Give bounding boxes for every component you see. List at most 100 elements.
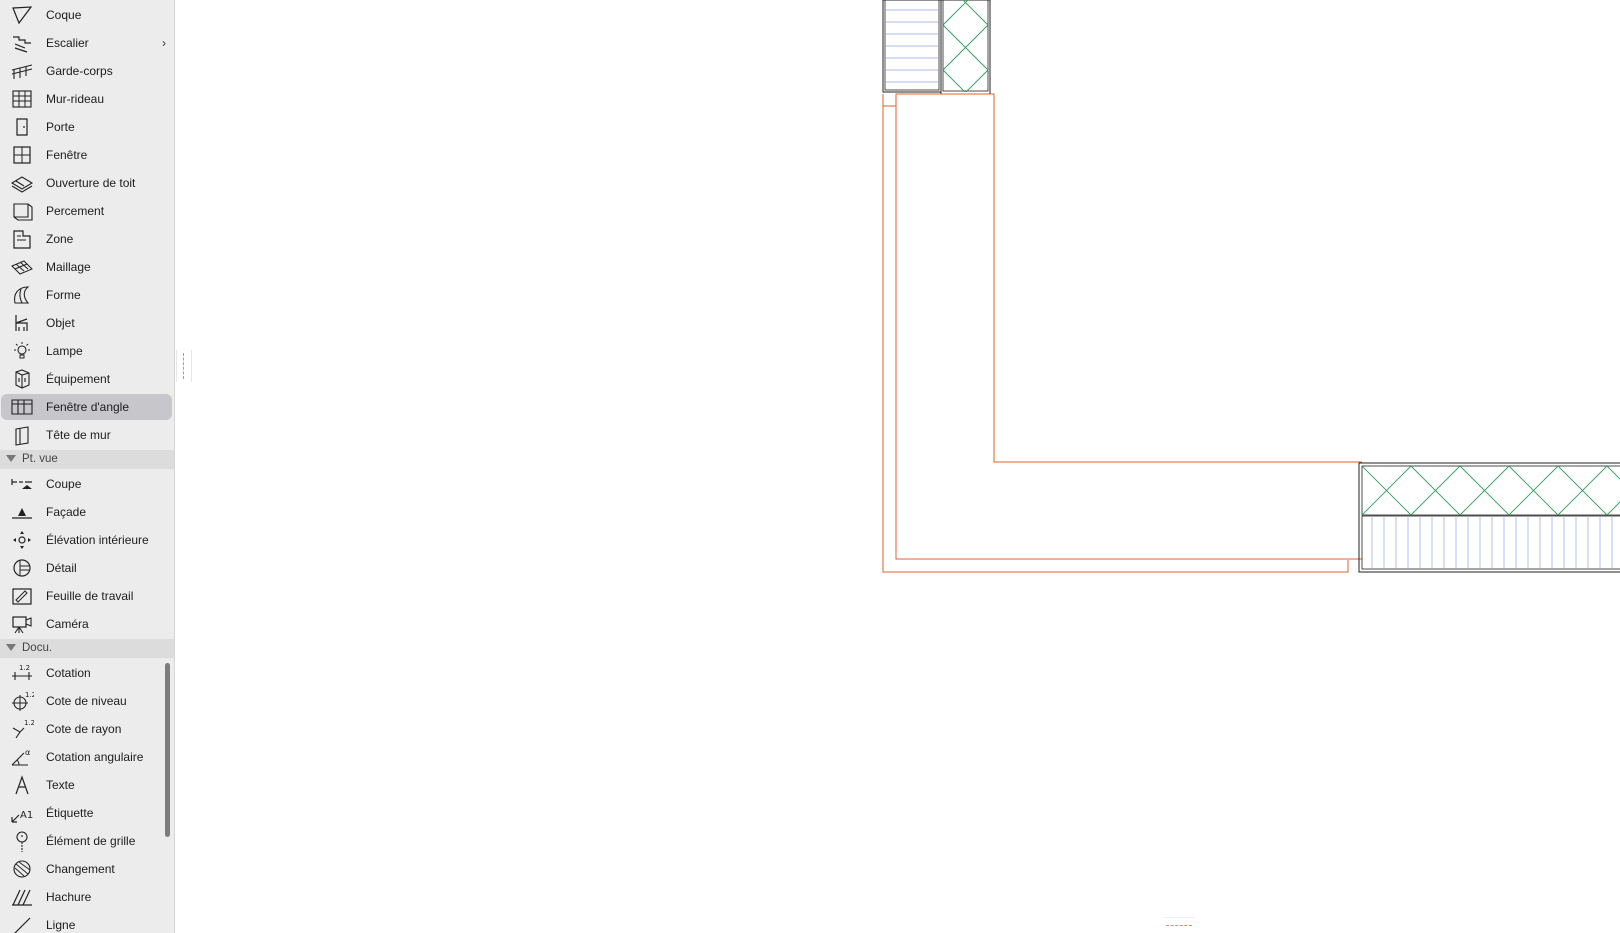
tool-dimension[interactable]: 1.2 Cotation [0, 659, 174, 687]
disclosure-triangle-icon[interactable] [6, 644, 16, 651]
toolbox-palette: Coque Escalier › Garde-corps Mur-rideau Porte… [0, 0, 175, 933]
tool-label: Cote de niveau [46, 694, 127, 708]
tool-skylight[interactable]: Ouverture de toit [0, 169, 174, 197]
wall-end-icon [10, 424, 34, 446]
detail-icon [10, 557, 34, 579]
label-icon: A1 [10, 802, 34, 824]
tool-label[interactable]: A1 Étiquette [0, 799, 174, 827]
tool-label: Garde-corps [46, 64, 113, 78]
railing-icon [10, 60, 34, 82]
section-header-document[interactable]: Docu. [0, 639, 174, 658]
tool-line[interactable]: Ligne [0, 911, 174, 933]
tool-railing[interactable]: Garde-corps [0, 57, 174, 85]
section-label: Docu. [22, 642, 53, 654]
tool-door[interactable]: Porte [0, 113, 174, 141]
svg-text:1.2: 1.2 [19, 664, 30, 672]
tool-grid-element[interactable]: Élément de grille [0, 827, 174, 855]
tool-stair[interactable]: Escalier › [0, 29, 174, 57]
bottom-splitter-handle[interactable] [1163, 917, 1195, 932]
mesh-icon [10, 256, 34, 278]
tool-label: Maillage [46, 260, 91, 274]
tool-opening[interactable]: Percement [0, 197, 174, 225]
tool-label: Lampe [46, 344, 83, 358]
tool-mesh[interactable]: Maillage [0, 253, 174, 281]
tool-label: Ouverture de toit [46, 176, 136, 190]
tool-label: Coupe [46, 477, 82, 491]
tool-label: Cotation [46, 666, 91, 680]
wall-vertical-section[interactable] [882, 0, 991, 115]
chevron-right-icon: › [162, 36, 166, 50]
tool-lamp[interactable]: Lampe [0, 337, 174, 365]
corner-window-outline[interactable] [882, 93, 1362, 573]
tool-label: Changement [46, 862, 115, 876]
tool-change[interactable]: Changement [0, 855, 174, 883]
interior-elevation-icon [10, 529, 34, 551]
change-icon [10, 858, 34, 880]
tool-shell[interactable]: Coque [0, 1, 174, 29]
panel-splitter-handle[interactable] [176, 350, 192, 382]
tool-label: Détail [46, 561, 77, 575]
tool-curtain-wall[interactable]: Mur-rideau [0, 85, 174, 113]
svg-text:1.2: 1.2 [24, 719, 34, 727]
tool-angle-dimension[interactable]: α Cotation angulaire [0, 743, 174, 771]
line-icon [10, 914, 34, 933]
tool-label: Coque [46, 8, 82, 22]
section-icon [10, 473, 34, 495]
text-icon [10, 774, 34, 796]
tool-corner-window[interactable]: Fenêtre d'angle [0, 393, 174, 421]
disclosure-triangle-icon[interactable] [6, 455, 16, 462]
tool-label: Texte [46, 778, 75, 792]
toolbox-scrollbar[interactable] [165, 663, 170, 837]
tool-morph[interactable]: Forme [0, 281, 174, 309]
svg-text:A1: A1 [20, 810, 33, 821]
angle-dimension-icon: α [10, 746, 34, 768]
tool-fill-hatch[interactable]: Hachure [0, 883, 174, 911]
tool-zone[interactable]: Zone [0, 225, 174, 253]
equipment-icon [10, 368, 34, 390]
tool-equipment[interactable]: Équipement [0, 365, 174, 393]
tool-label: Élévation intérieure [46, 533, 149, 547]
tool-detail[interactable]: Détail [0, 554, 174, 582]
tool-worksheet[interactable]: Feuille de travail [0, 582, 174, 610]
tool-level-dimension[interactable]: 1.2 Cote de niveau [0, 687, 174, 715]
section-label: Pt. vue [22, 453, 58, 465]
insulation-hatch-vertical [942, 0, 989, 92]
tool-text[interactable]: Texte [0, 771, 174, 799]
curtain-wall-icon [10, 88, 34, 110]
tool-label: Zone [46, 232, 74, 246]
fill-hatch-icon [10, 886, 34, 908]
tool-radial-dimension[interactable]: 1.2 Cote de rayon [0, 715, 174, 743]
svg-text:α: α [25, 748, 30, 757]
insulation-hatch-horizontal [1362, 466, 1620, 515]
radial-dimension-icon: 1.2 [10, 718, 34, 740]
tool-label: Fenêtre [46, 148, 88, 162]
zone-icon [10, 228, 34, 250]
tool-label: Élément de grille [46, 834, 136, 848]
tool-wall-end[interactable]: Tête de mur [0, 421, 174, 449]
floor-plan-canvas[interactable] [0, 0, 1620, 933]
tool-camera[interactable]: Caméra [0, 610, 174, 638]
tool-label: Fenêtre d'angle [46, 400, 130, 414]
tool-label: Percement [46, 204, 105, 218]
elevation-icon [10, 501, 34, 523]
door-icon [10, 116, 34, 138]
tool-label: Forme [46, 288, 81, 302]
tool-interior-elevation[interactable]: Élévation intérieure [0, 526, 174, 554]
tool-label: Feuille de travail [46, 589, 134, 603]
camera-icon [10, 613, 34, 635]
section-header-viewpoint[interactable]: Pt. vue [0, 450, 174, 469]
tool-object-chair[interactable]: Objet [0, 309, 174, 337]
stair-icon [10, 32, 34, 54]
tool-label: Porte [46, 120, 75, 134]
morph-icon [10, 284, 34, 306]
corner-window-icon [10, 396, 34, 418]
tool-label: Équipement [46, 372, 111, 386]
stud-hatch-vertical [886, 9, 939, 83]
tool-label: Cote de rayon [46, 722, 122, 736]
shell-icon [10, 4, 34, 26]
wall-horizontal-section[interactable] [1358, 462, 1620, 573]
tool-window[interactable]: Fenêtre [0, 141, 174, 169]
svg-text:1.2: 1.2 [25, 691, 34, 699]
tool-section[interactable]: Coupe [0, 470, 174, 498]
tool-elevation[interactable]: Façade [0, 498, 174, 526]
